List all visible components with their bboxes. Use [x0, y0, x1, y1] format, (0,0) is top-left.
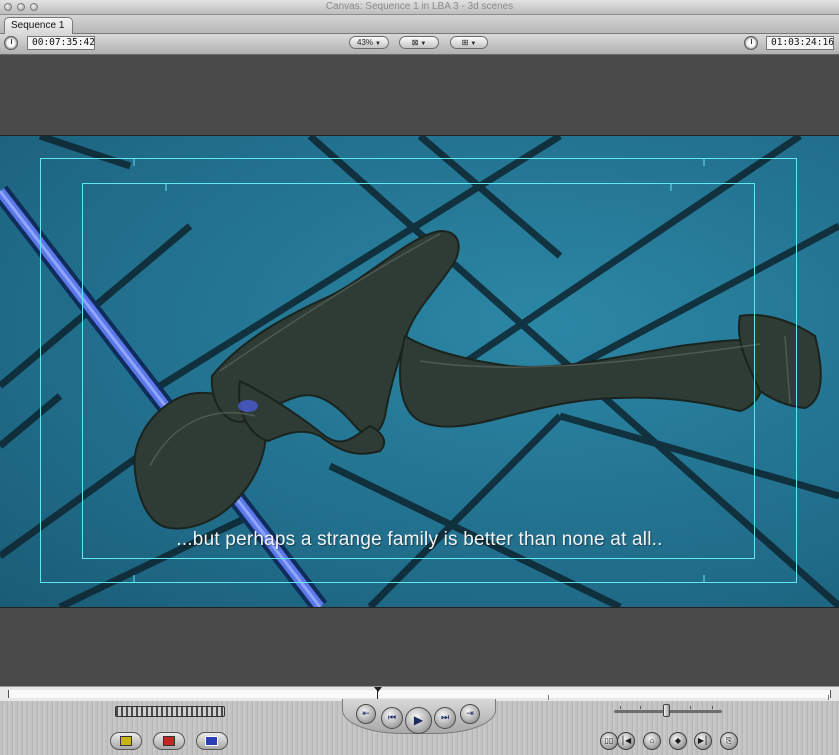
shuttle-tick — [620, 706, 621, 709]
mark-clip-icon: ⎮◀ — [620, 736, 632, 745]
duration-timecode-field[interactable]: 00:07:35:42 — [27, 36, 95, 50]
current-timecode-field[interactable]: 01:03:24:16 — [766, 36, 834, 50]
previous-edit-icon: ⏮ — [387, 713, 397, 723]
mark-in-button[interactable]: ▶⎮ — [694, 732, 712, 750]
mark-out-icon: ⎘ — [725, 736, 733, 745]
view-mode-icon: ⊠ — [411, 38, 419, 47]
play-icon: ▶ — [413, 713, 424, 727]
chevron-down-icon: ▼ — [420, 41, 427, 47]
insert-edit-button[interactable] — [110, 732, 142, 750]
add-keyframe-button[interactable]: ◆ — [669, 732, 687, 750]
window-title: Canvas: Sequence 1 in LBA 3 - 3d scenes — [325, 1, 514, 12]
shuttle-slider-thumb[interactable] — [663, 704, 670, 717]
mark-clip-button[interactable]: ⎮◀ — [617, 732, 635, 750]
insert-edit-icon — [120, 736, 132, 746]
overlay-icon: ⊞ — [461, 38, 469, 47]
chevron-down-icon: ▼ — [375, 41, 381, 47]
play-in-to-out-button[interactable]: ⇤ — [356, 704, 376, 724]
next-edit-button[interactable]: ⏭ — [434, 707, 456, 729]
shuttle-tick — [712, 706, 713, 709]
match-frame-icon: ▯▯ — [604, 736, 614, 745]
window-title-bar: Canvas: Sequence 1 in LBA 3 - 3d scenes — [0, 0, 839, 15]
play-in-to-out-icon: ⇤ — [362, 709, 370, 719]
jog-control[interactable] — [115, 706, 225, 717]
scrubber-track[interactable] — [8, 690, 831, 698]
replace-edit-icon — [205, 736, 218, 746]
add-marker-icon: ⌂ — [649, 736, 655, 745]
next-edit-icon: ⏭ — [440, 713, 450, 723]
zoom-label: 43% — [357, 38, 374, 47]
replace-edit-button[interactable] — [196, 732, 228, 750]
overlay-popup[interactable]: ⊞ ▼ — [450, 36, 488, 49]
tab-strip: Sequence 1 — [0, 15, 839, 34]
view-popup[interactable]: ⊠ ▼ — [399, 36, 439, 49]
play-around-button[interactable]: ⇥ — [460, 704, 480, 724]
canvas-toolbar: 00:07:35:42 43% ▼ ⊠ ▼ ⊞ ▼ 01:03:24:16 — [0, 34, 839, 55]
zoom-popup[interactable]: 43% ▼ — [349, 36, 389, 49]
video-frame[interactable]: ...but perhaps a strange family is bette… — [0, 135, 839, 608]
transport-controls: ⇤ ⏮ ▶ ⏭ ⇥ ▯▯ ⎮◀ ⌂ ◆ ▶⎮ ⎘ — [0, 699, 839, 755]
shuttle-tick — [690, 706, 691, 709]
playhead[interactable] — [374, 687, 382, 692]
tab-sequence-1[interactable]: Sequence 1 — [4, 17, 74, 34]
chevron-down-icon: ▼ — [470, 41, 477, 47]
scrubber-tick — [828, 695, 829, 700]
canvas-viewer[interactable]: ...but perhaps a strange family is bette… — [0, 55, 839, 686]
duration-clock-icon — [4, 36, 18, 50]
scrubber-tick — [548, 695, 549, 700]
add-marker-button[interactable]: ⌂ — [643, 732, 661, 750]
mark-out-button[interactable]: ⎘ — [720, 732, 738, 750]
current-time-clock-icon — [744, 36, 758, 50]
overwrite-edit-icon — [163, 736, 175, 746]
add-keyframe-icon: ◆ — [674, 736, 682, 745]
shuttle-tick — [640, 706, 641, 709]
overwrite-edit-button[interactable] — [153, 732, 185, 750]
previous-edit-button[interactable]: ⏮ — [381, 707, 403, 729]
subtitle-text: ...but perhaps a strange family is bette… — [176, 529, 663, 550]
play-button[interactable]: ▶ — [405, 707, 432, 734]
mark-in-icon: ▶⎮ — [697, 736, 709, 745]
play-around-icon: ⇥ — [466, 709, 474, 719]
match-frame-button[interactable]: ▯▯ — [600, 732, 618, 750]
